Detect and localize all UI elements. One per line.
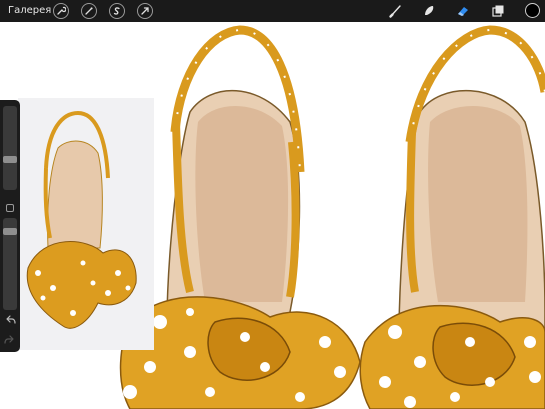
left-shoe-drawing	[119, 25, 361, 409]
actions-button[interactable]	[53, 3, 69, 19]
adjustments-button[interactable]	[81, 3, 97, 19]
layers-button[interactable]	[490, 3, 506, 19]
brush-button[interactable]	[388, 3, 404, 19]
eraser-button[interactable]	[455, 3, 471, 19]
eraser-icon	[458, 7, 468, 16]
gallery-button[interactable]: Галерея	[8, 4, 51, 18]
brush-size-thumb[interactable]	[3, 156, 17, 163]
smudge-icon	[425, 6, 434, 15]
reference-shoe-photo	[26, 110, 137, 329]
brush-icon	[389, 5, 401, 18]
undo-icon[interactable]	[4, 315, 16, 327]
brush-size-slider[interactable]	[3, 106, 17, 190]
left-sidebar	[0, 100, 20, 352]
layers-icon	[492, 5, 504, 17]
right-shoe-drawing	[359, 25, 545, 409]
opacity-thumb[interactable]	[3, 228, 17, 235]
wrench-icon	[57, 6, 66, 15]
modify-button[interactable]	[6, 204, 14, 212]
top-toolbar: Галерея	[0, 0, 545, 22]
reference-image[interactable]	[18, 98, 154, 350]
transform-button[interactable]	[137, 3, 153, 19]
smudge-button[interactable]	[421, 3, 437, 19]
selection-s-icon	[113, 7, 120, 15]
color-swatch[interactable]	[525, 3, 540, 18]
magic-wand-icon	[85, 7, 93, 15]
redo-icon[interactable]	[4, 335, 16, 347]
transform-arrow-icon	[141, 7, 149, 15]
selection-button[interactable]	[109, 3, 125, 19]
opacity-slider[interactable]	[3, 218, 17, 310]
